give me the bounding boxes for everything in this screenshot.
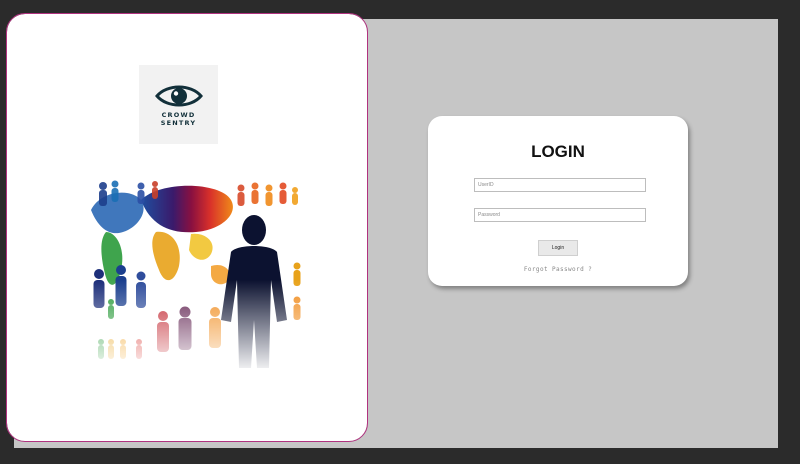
userid-input[interactable] [474,178,646,192]
login-title: LOGIN [531,142,585,161]
crowd-illustration [71,170,311,370]
forgot-password-link[interactable]: Forgot Password ? [428,266,688,273]
eye-icon [154,85,203,106]
brand-panel: CROWD SENTRY [6,13,368,442]
brand-name-line1: CROWD [161,110,196,119]
login-button[interactable]: Login [538,240,578,256]
brand-name-line2: SENTRY [160,118,197,127]
login-card: LOGIN Login Forgot Password ? [428,116,688,286]
password-input[interactable] [474,208,646,222]
brand-logo: CROWD SENTRY [139,65,218,144]
